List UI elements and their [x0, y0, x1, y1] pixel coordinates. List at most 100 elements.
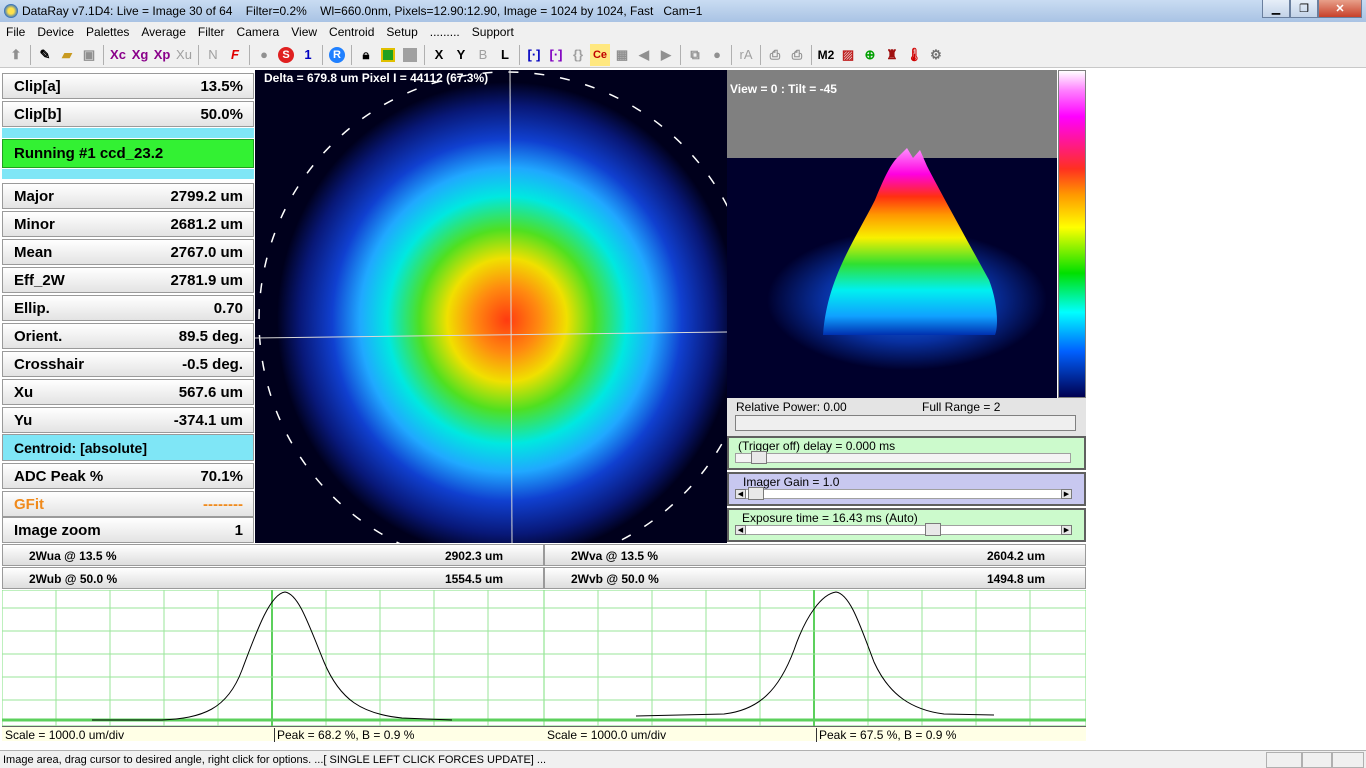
toolbar-divider — [322, 44, 323, 65]
exposure-right-arrow-icon[interactable]: ▶ — [1061, 525, 1072, 535]
running-status[interactable]: Running #1 ccd_23.2 — [2, 139, 254, 168]
menu-file[interactable]: File — [0, 25, 31, 39]
maximize-button[interactable]: ❐ — [1290, 0, 1318, 18]
thermometer-icon[interactable]: 🌡︎ — [904, 44, 924, 66]
menu-camera[interactable]: Camera — [231, 25, 286, 39]
param-ellip[interactable]: Ellip. 0.70 — [2, 295, 254, 321]
gain-right-arrow-icon[interactable]: ▶ — [1061, 489, 1072, 499]
ra-button[interactable]: rA — [736, 44, 756, 66]
ce-icon[interactable]: Ce — [590, 43, 610, 66]
scale-label: Scale = 1000.0 um/div — [547, 728, 667, 742]
gain-left-arrow-icon[interactable]: ◀ — [735, 489, 746, 499]
n-button[interactable]: N — [203, 44, 223, 66]
toolbar-divider — [811, 44, 812, 65]
profile-v-panel[interactable]: 2Wva @ 13.5 % 2604.2 um 2Wvb @ 50.0 % 1494… — [544, 544, 1086, 742]
print-preview-icon[interactable]: ⎙ — [787, 44, 807, 66]
settings-gears-icon[interactable]: ⚙ — [926, 44, 946, 66]
peak-label: Peak = 68.2 %, B = 0.9 % — [274, 728, 414, 742]
param-mean[interactable]: Mean 2767.0 um — [2, 239, 254, 265]
menu-setup[interactable]: Setup — [380, 25, 423, 39]
record-circle-icon[interactable]: ● — [254, 44, 274, 66]
color-palette-bar[interactable] — [1058, 70, 1086, 398]
3d-view[interactable]: View = 0 : Tilt = -45 — [727, 70, 1057, 398]
menu-support[interactable]: Support — [466, 25, 520, 39]
chart-icon[interactable]: ▨ — [838, 44, 858, 66]
imager-gain-thumb[interactable] — [748, 487, 764, 500]
print-icon[interactable]: ⎙ — [765, 44, 785, 66]
xu-button[interactable]: Xu — [174, 44, 194, 66]
laser-icon[interactable]: ♜ — [882, 44, 902, 66]
f-button[interactable]: F — [225, 44, 245, 66]
param-gfit[interactable]: GFit -------- — [2, 491, 254, 517]
up-arrow-icon[interactable]: ⬆ — [6, 44, 26, 66]
b-button[interactable]: B — [473, 44, 493, 66]
menu-palettes[interactable]: Palettes — [80, 25, 135, 39]
param-label: Image zoom — [14, 521, 101, 539]
menu-filter[interactable]: Filter — [192, 25, 231, 39]
profile-v-width-a: 2Wva @ 13.5 % 2604.2 um — [544, 544, 1086, 566]
exposure-left-arrow-icon[interactable]: ◀ — [735, 525, 746, 535]
m2-button[interactable]: M2 — [816, 44, 836, 66]
trigger-delay-thumb[interactable] — [751, 451, 767, 464]
param-adc-peak[interactable]: ADC Peak % 70.1% — [2, 463, 254, 489]
y-button[interactable]: Y — [451, 44, 471, 66]
xp-button[interactable]: Xp — [152, 44, 172, 66]
lock-icon[interactable]: 🔒︎ — [356, 44, 376, 66]
bracket-gray-icon[interactable]: {} — [568, 44, 588, 66]
bracket-blue-icon[interactable]: [·] — [524, 44, 544, 66]
trigger-delay-track[interactable] — [735, 453, 1071, 463]
grid-icon[interactable]: ▦ — [612, 44, 632, 66]
pencil-icon[interactable]: ✎ — [35, 44, 55, 66]
param-value: 50.0% — [200, 105, 243, 123]
beam-image-area[interactable]: Delta = 679.8 um Pixel I = 44112 (67.3%) — [255, 70, 727, 543]
menu-centroid[interactable]: Centroid — [323, 25, 380, 39]
minimize-button[interactable]: ▁ — [1262, 0, 1290, 18]
exposure-time-panel[interactable]: Exposure time = 16.43 ms (Auto) ◀ ▶ — [727, 508, 1086, 542]
crosshair-target-icon[interactable]: ⊕ — [860, 44, 880, 66]
param-value: 2799.2 um — [170, 187, 243, 205]
arrow-left-icon[interactable]: ◀ — [634, 44, 654, 66]
centroid-label: Centroid: [absolute] — [14, 439, 147, 456]
l-button[interactable]: L — [495, 44, 515, 66]
trigger-delay-panel[interactable]: (Trigger off) delay = 0.000 ms — [727, 436, 1086, 470]
exposure-time-track[interactable] — [735, 525, 1071, 535]
separator-strip — [2, 128, 254, 138]
param-minor[interactable]: Minor 2681.2 um — [2, 211, 254, 237]
xg-button[interactable]: Xg — [130, 44, 150, 66]
param-value: 567.6 um — [178, 383, 243, 401]
menu-average[interactable]: Average — [135, 25, 191, 39]
palette-square-icon[interactable] — [378, 44, 398, 66]
param-image-zoom[interactable]: Image zoom 1 — [2, 517, 254, 543]
centroid-mode[interactable]: Centroid: [absolute] — [2, 434, 254, 461]
status-cell — [1332, 752, 1364, 768]
exposure-time-thumb[interactable] — [925, 523, 941, 536]
param-major[interactable]: Major 2799.2 um — [2, 183, 254, 209]
gray-circle-icon[interactable]: ● — [707, 44, 727, 66]
xc-button[interactable]: Xc — [108, 44, 128, 66]
param-orient[interactable]: Orient. 89.5 deg. — [2, 323, 254, 349]
close-button[interactable]: ✕ — [1318, 0, 1362, 18]
param-clip-a[interactable]: Clip[a] 13.5% — [2, 73, 254, 99]
param-yu[interactable]: Yu -374.1 um — [2, 407, 254, 433]
menu-device[interactable]: Device — [31, 25, 80, 39]
param-clip-b[interactable]: Clip[b] 50.0% — [2, 101, 254, 127]
menu-more[interactable]: ......... — [424, 25, 466, 39]
menu-view[interactable]: View — [285, 25, 323, 39]
param-label: Clip[a] — [14, 77, 61, 95]
bracket-purple-icon[interactable]: [·] — [546, 44, 566, 66]
param-eff-2w[interactable]: Eff_2W 2781.9 um — [2, 267, 254, 293]
imager-gain-track[interactable] — [735, 489, 1071, 499]
x-button[interactable]: X — [429, 44, 449, 66]
profile-u-panel[interactable]: 2Wua @ 13.5 % 2902.3 um 2Wub @ 50.0 % 1554… — [2, 544, 544, 742]
open-folder-icon[interactable]: ▰ — [57, 44, 77, 66]
gray-square-icon[interactable] — [400, 44, 420, 66]
arrow-right-icon[interactable]: ▶ — [656, 44, 676, 66]
param-crosshair[interactable]: Crosshair -0.5 deg. — [2, 351, 254, 377]
imager-gain-panel[interactable]: Imager Gain = 1.0 ◀ ▶ — [727, 472, 1086, 506]
camera-stack-icon[interactable]: ⧉ — [685, 44, 705, 66]
s-button[interactable]: S — [276, 44, 296, 66]
r-button[interactable]: R — [327, 44, 347, 66]
save-disk-icon[interactable]: ▣ — [79, 44, 99, 66]
one-button[interactable]: 1 — [298, 44, 318, 66]
param-xu[interactable]: Xu 567.6 um — [2, 379, 254, 405]
